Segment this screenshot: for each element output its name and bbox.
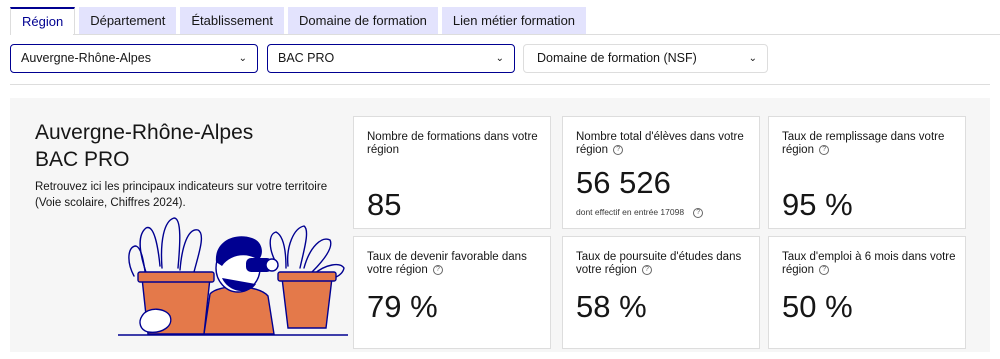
tab-etablissement[interactable]: Établissement: [180, 7, 285, 35]
indicator-card-emploi-6-mois: Taux d'emploi à 6 mois dans votre région…: [768, 236, 966, 349]
indicator-value: 85: [367, 187, 402, 222]
indicator-value: 50 %: [782, 289, 853, 324]
indicator-value: 79 %: [367, 289, 438, 324]
indicator-label: Taux de devenir favorable dans votre rég…: [367, 251, 543, 277]
tab-lien-metier-formation[interactable]: Lien métier formation: [441, 7, 587, 35]
indicator-label: Taux d'emploi à 6 mois dans votre région…: [782, 251, 958, 277]
indicator-label: Nombre de formations dans votre région: [367, 131, 538, 156]
indicator-label-text: Nombre total d'élèves dans votre région: [576, 131, 744, 156]
region-select-value: Auvergne-Rhône-Alpes: [21, 51, 151, 65]
panel-title-diploma: BAC PRO: [35, 148, 130, 171]
panel-title-region: Auvergne-Rhône-Alpes: [35, 121, 254, 144]
indicator-card-eleves: Nombre total d'élèves dans votre région …: [562, 116, 760, 229]
indicator-card-poursuite-etudes: Taux de poursuite d'études dans votre ré…: [562, 236, 760, 349]
help-icon[interactable]: ?: [641, 264, 652, 275]
indicator-label-text: Taux de remplissage dans votre région: [782, 131, 945, 156]
filters-divider: [10, 84, 990, 85]
help-icon[interactable]: ?: [693, 207, 704, 218]
help-icon[interactable]: ?: [432, 264, 443, 275]
domain-select-placeholder: Domaine de formation (NSF): [537, 51, 697, 65]
tab-region[interactable]: Région: [10, 7, 76, 35]
indicator-label-text: Taux de poursuite d'études dans votre ré…: [576, 251, 742, 276]
tabs-divider: [73, 34, 1000, 35]
help-icon[interactable]: ?: [819, 264, 830, 275]
tab-departement[interactable]: Département: [79, 7, 177, 35]
domain-select[interactable]: Domaine de formation (NSF) ⌄: [523, 44, 768, 73]
indicator-label-text: Taux de devenir favorable dans votre rég…: [367, 251, 527, 276]
person-binoculars-illustration: [118, 217, 348, 336]
indicator-label-text: Taux d'emploi à 6 mois dans votre région: [782, 251, 956, 276]
indicator-card-devenir-favorable: Taux de devenir favorable dans votre rég…: [353, 236, 551, 349]
indicator-card-remplissage: Taux de remplissage dans votre région ? …: [768, 116, 966, 229]
region-select[interactable]: Auvergne-Rhône-Alpes ⌄: [10, 44, 258, 73]
help-icon[interactable]: ?: [613, 144, 624, 155]
indicator-label: Taux de poursuite d'études dans votre ré…: [576, 251, 752, 277]
chevron-down-icon: ⌄: [495, 53, 504, 64]
indicator-value: 58 %: [576, 289, 647, 324]
diploma-select-value: BAC PRO: [278, 51, 335, 65]
chevron-down-icon: ⌄: [238, 53, 247, 64]
indicator-label: Taux de remplissage dans votre région ?: [782, 131, 958, 157]
diploma-select[interactable]: BAC PRO ⌄: [267, 44, 515, 73]
indicator-card-formations: Nombre de formations dans votre région 8…: [353, 116, 551, 229]
indicator-label: Nombre total d'élèves dans votre région …: [576, 131, 752, 157]
indicator-subvalue-text: dont effectif en entrée 17098: [576, 207, 685, 217]
tab-domaine-formation[interactable]: Domaine de formation: [288, 7, 438, 35]
help-icon[interactable]: ?: [819, 144, 830, 155]
chevron-down-icon: ⌄: [748, 53, 757, 64]
indicator-subvalue: dont effectif en entrée 17098 ?: [576, 207, 704, 218]
indicator-value: 95 %: [782, 187, 853, 222]
tab-bar: Région Département Établissement Domaine…: [10, 7, 587, 35]
indicator-value: 56 526: [576, 165, 671, 200]
